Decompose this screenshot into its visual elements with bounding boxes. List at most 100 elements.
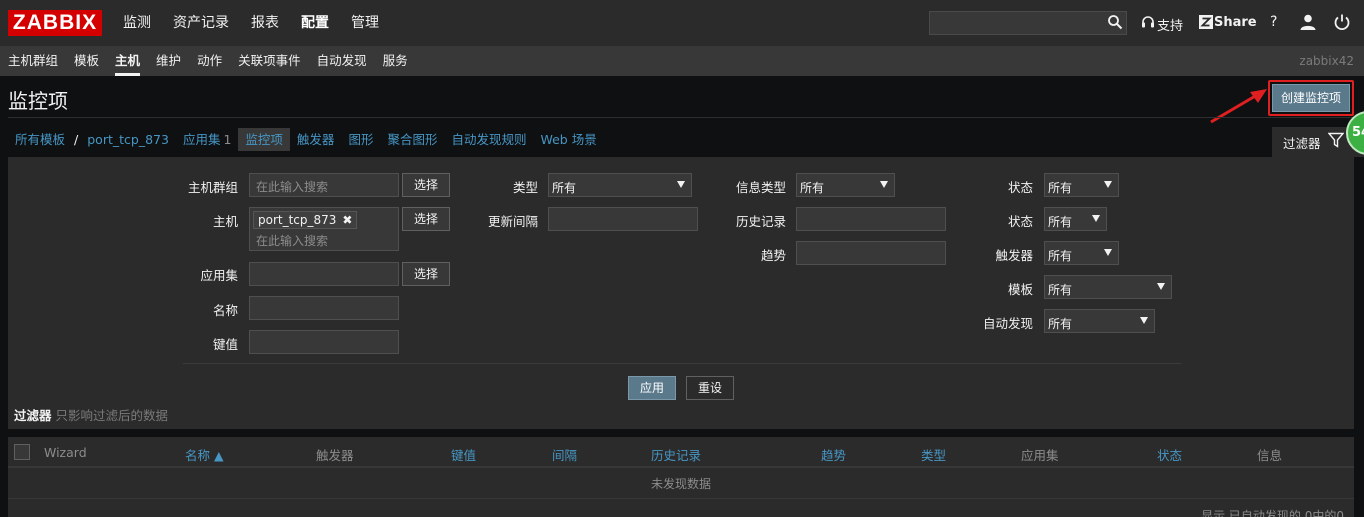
filter-funnel-icon xyxy=(1328,132,1344,148)
trends-input[interactable] xyxy=(796,241,946,265)
triggers-label: 触发器 xyxy=(995,248,1033,263)
main-menu: 监测 资产记录 报表 配置 管理 xyxy=(112,0,390,46)
column-trends[interactable]: 趋势 xyxy=(821,445,846,464)
type-select[interactable]: 所有 xyxy=(548,173,692,197)
tab-applications[interactable]: 应用集 xyxy=(176,128,224,151)
key-input[interactable] xyxy=(249,330,399,354)
host-navigation-breadcrumb: 所有模板 / port_tcp_873 应用集 1 监控项 触发器 图形 聚合图… xyxy=(8,128,604,151)
filter-note-title: 过滤器 xyxy=(14,408,52,423)
main-menu-item-administration[interactable]: 管理 xyxy=(340,0,390,46)
share-link[interactable]: Share xyxy=(1214,15,1257,30)
remove-tag-icon[interactable]: ✖ xyxy=(342,213,352,227)
host-multiselect[interactable]: port_tcp_873 ✖ 在此输入搜索 xyxy=(249,207,399,251)
discovery-select-value: 所有 xyxy=(1048,317,1073,331)
top-bar: ZABBIX 监测 资产记录 报表 配置 管理 支持 Share ? xyxy=(0,0,1364,46)
help-link[interactable]: ? xyxy=(1270,14,1277,30)
main-menu-item-monitoring[interactable]: 监测 xyxy=(112,0,162,46)
column-wizard: Wizard xyxy=(44,445,87,460)
application-input[interactable] xyxy=(249,262,399,286)
tab-graphs[interactable]: 图形 xyxy=(341,128,380,151)
select-all-checkbox[interactable] xyxy=(14,444,30,460)
filter-divider xyxy=(183,363,1181,364)
support-link[interactable]: 支持 xyxy=(1157,15,1183,34)
page-title: 监控项 xyxy=(8,89,68,113)
type-select-value: 所有 xyxy=(552,181,577,195)
sub-menu-item-hosts[interactable]: 主机 xyxy=(107,46,148,76)
chevron-down-icon xyxy=(880,181,888,188)
filter-tab-label: 过滤器 xyxy=(1283,136,1321,151)
discovery-select[interactable]: 所有 xyxy=(1044,309,1155,333)
status-select[interactable]: 所有 xyxy=(1044,207,1107,231)
template-select[interactable]: 所有 xyxy=(1044,275,1172,299)
applications-count: 1 xyxy=(223,132,232,147)
tab-web-scenarios[interactable]: Web 场景 xyxy=(533,128,603,151)
chevron-down-icon xyxy=(677,181,685,188)
state-select[interactable]: 所有 xyxy=(1044,173,1119,197)
main-menu-item-configuration[interactable]: 配置 xyxy=(290,0,340,46)
filter-panel: 主机群组 在此输入搜索 选择 主机 port_tcp_873 ✖ 在此输入搜索 选… xyxy=(8,157,1354,429)
chevron-down-icon xyxy=(1140,317,1148,324)
triggers-select-value: 所有 xyxy=(1048,249,1073,263)
host-group-input[interactable]: 在此输入搜索 xyxy=(249,173,399,197)
reset-button[interactable]: 重设 xyxy=(686,376,734,400)
sub-menu-item-templates[interactable]: 模板 xyxy=(66,46,107,76)
host-group-label: 主机群组 xyxy=(187,180,238,195)
sub-menu-item-maintenance[interactable]: 维护 xyxy=(148,46,189,76)
column-applications: 应用集 xyxy=(1021,448,1059,463)
interval-input[interactable] xyxy=(548,207,698,231)
name-input[interactable] xyxy=(249,296,399,320)
filter-note-text: 只影响过滤后的数据 xyxy=(55,408,169,423)
sub-menu-item-discovery[interactable]: 自动发现 xyxy=(309,46,375,76)
share-icon xyxy=(1199,15,1213,29)
host-label: 主机 xyxy=(212,214,238,229)
template-label: 模板 xyxy=(1007,282,1033,297)
host-tag-label: port_tcp_873 xyxy=(258,213,337,227)
column-interval[interactable]: 间隔 xyxy=(552,445,577,464)
breadcrumb-separator: / xyxy=(74,132,79,147)
template-select-value: 所有 xyxy=(1048,283,1073,297)
breadcrumb-host[interactable]: port_tcp_873 xyxy=(80,128,176,151)
sign-out-icon[interactable] xyxy=(1333,13,1351,31)
host-group-select-button[interactable]: 选择 xyxy=(402,173,450,197)
name-label: 名称 xyxy=(212,303,238,318)
trends-label: 趋势 xyxy=(760,248,786,263)
zabbix-logo[interactable]: ZABBIX xyxy=(8,10,102,36)
breadcrumb-all-templates[interactable]: 所有模板 xyxy=(8,128,72,151)
main-menu-item-inventory[interactable]: 资产记录 xyxy=(162,0,240,46)
status-label: 状态 xyxy=(1007,214,1033,229)
global-search-input[interactable] xyxy=(929,11,1127,35)
tab-triggers[interactable]: 触发器 xyxy=(290,128,342,151)
user-profile-icon[interactable] xyxy=(1299,13,1317,31)
column-name[interactable]: 名称 ▲ xyxy=(185,445,224,464)
info-type-select[interactable]: 所有 xyxy=(796,173,895,197)
main-menu-item-reports[interactable]: 报表 xyxy=(240,0,290,46)
sub-menu: 主机群组 模板 主机 维护 动作 关联项事件 自动发现 服务 xyxy=(0,46,416,76)
table-empty-row: 未发现数据 xyxy=(8,470,1354,499)
search-icon[interactable] xyxy=(1107,14,1123,30)
tab-screens[interactable]: 聚合图形 xyxy=(380,128,444,151)
headset-icon xyxy=(1142,16,1154,28)
application-select-button[interactable]: 选择 xyxy=(402,262,450,286)
chevron-down-icon xyxy=(1157,283,1165,290)
application-label: 应用集 xyxy=(200,268,238,283)
apply-button[interactable]: 应用 xyxy=(628,376,676,400)
column-status[interactable]: 状态 xyxy=(1157,445,1182,464)
column-type[interactable]: 类型 xyxy=(921,445,946,464)
key-label: 键值 xyxy=(212,337,238,352)
tab-discovery-rules[interactable]: 自动发现规则 xyxy=(444,128,533,151)
sub-menu-bar: 主机群组 模板 主机 维护 动作 关联项事件 自动发现 服务 zabbix42 xyxy=(0,46,1364,76)
state-label: 状态 xyxy=(1007,180,1033,195)
column-key[interactable]: 键值 xyxy=(451,445,476,464)
info-type-select-value: 所有 xyxy=(800,181,825,195)
sub-menu-item-services[interactable]: 服务 xyxy=(375,46,416,76)
sub-menu-item-actions[interactable]: 动作 xyxy=(189,46,230,76)
triggers-select[interactable]: 所有 xyxy=(1044,241,1119,265)
column-history[interactable]: 历史记录 xyxy=(651,445,701,464)
column-info: 信息 xyxy=(1257,448,1283,463)
sub-menu-item-host-groups[interactable]: 主机群组 xyxy=(0,46,66,76)
host-select-button[interactable]: 选择 xyxy=(402,207,450,231)
sub-menu-item-event-correlation[interactable]: 关联项事件 xyxy=(230,46,309,76)
history-input[interactable] xyxy=(796,207,946,231)
tab-items[interactable]: 监控项 xyxy=(238,128,290,151)
table-footer-count: 显示 已自动发现的 0中的0 xyxy=(1201,509,1344,517)
